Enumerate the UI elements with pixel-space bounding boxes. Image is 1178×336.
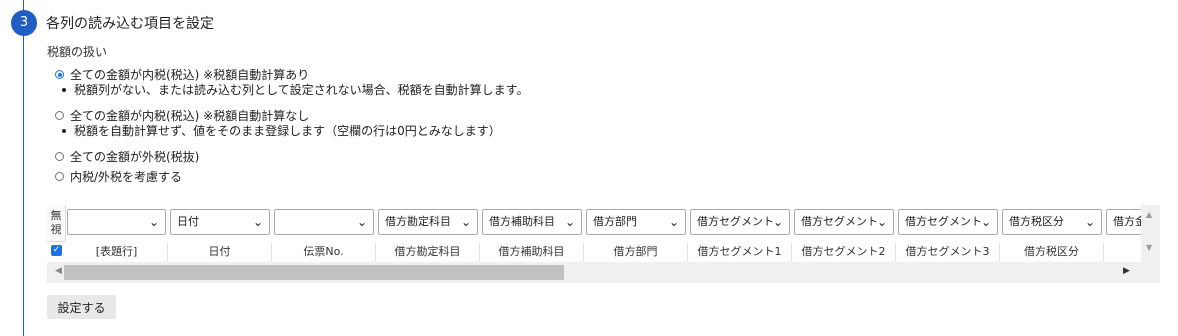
preview-cell: 借方税区分 — [1000, 242, 1104, 262]
horizontal-scroll-thumb[interactable] — [64, 265, 564, 280]
radio-unselected-icon[interactable] — [55, 172, 64, 181]
scroll-left-icon[interactable]: ◀ — [55, 266, 62, 276]
step-title: 各列の読み込む項目を設定 — [46, 16, 214, 32]
column-select[interactable]: 借方勘定科目 ⌄ — [378, 209, 478, 235]
column-select[interactable]: 借方セグメント ⌄ — [690, 209, 790, 235]
preview-cell: 日付 — [168, 242, 272, 262]
column-select-value: 借方セグメント — [697, 215, 774, 228]
scroll-up-icon[interactable]: ▲ — [1146, 210, 1152, 219]
column-select[interactable]: 借方税区分 ⌄ — [1002, 209, 1102, 235]
step-connector-line — [23, 0, 24, 336]
preview-cell: 借方セグメント3 — [896, 242, 1000, 262]
scroll-down-icon[interactable]: ▼ — [1146, 243, 1152, 252]
horizontal-scrollbar[interactable]: ◀ ▶ — [47, 262, 1141, 283]
preview-cell: 借方部門 — [584, 242, 688, 262]
column-select[interactable]: 借方セグメント ⌄ — [898, 209, 998, 235]
bullet-icon — [62, 87, 66, 92]
column-select[interactable]: ⌄ — [274, 209, 374, 235]
apply-settings-button[interactable]: 設定する — [47, 295, 116, 319]
column-select[interactable]: 借方セグメント ⌄ — [794, 209, 894, 235]
step-number-badge: 3 — [11, 10, 37, 36]
row-ignore-checkbox[interactable]: ✓ — [51, 245, 62, 256]
column-select[interactable]: 借方補助科目 ⌄ — [482, 209, 582, 235]
chevron-down-icon: ⌄ — [772, 215, 783, 229]
chevron-down-icon: ⌄ — [668, 215, 679, 229]
column-select-value: 日付 — [177, 215, 199, 228]
column-select[interactable]: 借方金 — [1106, 209, 1141, 235]
chevron-down-icon: ⌄ — [876, 215, 887, 229]
scroll-right-icon[interactable]: ▶ — [1123, 266, 1130, 276]
chevron-down-icon: ⌄ — [252, 215, 263, 229]
chevron-down-icon: ⌄ — [980, 215, 991, 229]
column-select-value: 借方セグメント — [905, 215, 982, 228]
column-select[interactable]: 日付 ⌄ — [170, 209, 270, 235]
column-select[interactable]: ⌄ — [67, 209, 166, 235]
tax-option-note: 税額を自動計算せず、値をそのまま登録します（空欄の行は0円とみなします） — [62, 122, 501, 139]
chevron-down-icon: ⌄ — [564, 215, 575, 229]
ignore-column-header: 無視 — [47, 205, 66, 242]
column-select-value: 借方税区分 — [1009, 215, 1064, 228]
chevron-down-icon: ⌄ — [1084, 215, 1095, 229]
preview-cell: 借方補助科目 — [480, 242, 584, 262]
radio-unselected-icon[interactable] — [55, 111, 64, 120]
column-select-value: 借方部門 — [593, 215, 637, 228]
bullet-icon — [62, 128, 66, 133]
tax-option-note: 税額列がない、または読み込む列として設定されない場合、税額を自動計算します。 — [62, 81, 528, 98]
preview-cell: 借方セグメント2 — [792, 242, 896, 262]
tax-handling-label: 税額の扱い — [47, 45, 108, 59]
vertical-scrollbar[interactable]: ▲ ▼ — [1141, 205, 1160, 262]
tax-option-note-text: 税額列がない、または読み込む列として設定されない場合、税額を自動計算します。 — [74, 83, 529, 97]
preview-cell: 借方セグメント1 — [688, 242, 792, 262]
tax-option-consider[interactable]: 内税/外税を考慮する — [55, 168, 182, 185]
radio-unselected-icon[interactable] — [55, 152, 64, 161]
preview-cell: 伝票No. — [272, 242, 376, 262]
grid-viewport: 無視 ⌄ 日付 ⌄ ⌄ 借方勘定科目 ⌄ 借方補助科目 ⌄ 借方部門 ⌄ 借方セグメント… — [47, 205, 1141, 262]
tax-option-label: 全ての金額が外税(税抜) — [70, 150, 200, 164]
column-select[interactable]: 借方部門 ⌄ — [586, 209, 686, 235]
column-select-value: 借方金 — [1113, 215, 1141, 228]
column-select-value: 借方セグメント — [801, 215, 878, 228]
chevron-down-icon: ⌄ — [460, 215, 471, 229]
tax-option-label: 内税/外税を考慮する — [70, 170, 183, 184]
chevron-down-icon: ⌄ — [148, 215, 159, 229]
column-mapping-grid: 無視 ⌄ 日付 ⌄ ⌄ 借方勘定科目 ⌄ 借方補助科目 ⌄ 借方部門 ⌄ 借方セグメント… — [47, 205, 1160, 283]
preview-cell: 借 — [1104, 242, 1141, 262]
chevron-down-icon: ⌄ — [356, 215, 367, 229]
preview-cell: 借方勘定科目 — [376, 242, 480, 262]
preview-cell: [表題行] — [66, 242, 168, 262]
column-select-value: 借方勘定科目 — [385, 215, 451, 228]
tax-option-note-text: 税額を自動計算せず、値をそのまま登録します（空欄の行は0円とみなします） — [74, 124, 501, 138]
radio-selected-icon[interactable] — [55, 70, 64, 79]
tax-option-exclusive[interactable]: 全ての金額が外税(税抜) — [55, 148, 199, 165]
column-select-value: 借方補助科目 — [489, 215, 555, 228]
